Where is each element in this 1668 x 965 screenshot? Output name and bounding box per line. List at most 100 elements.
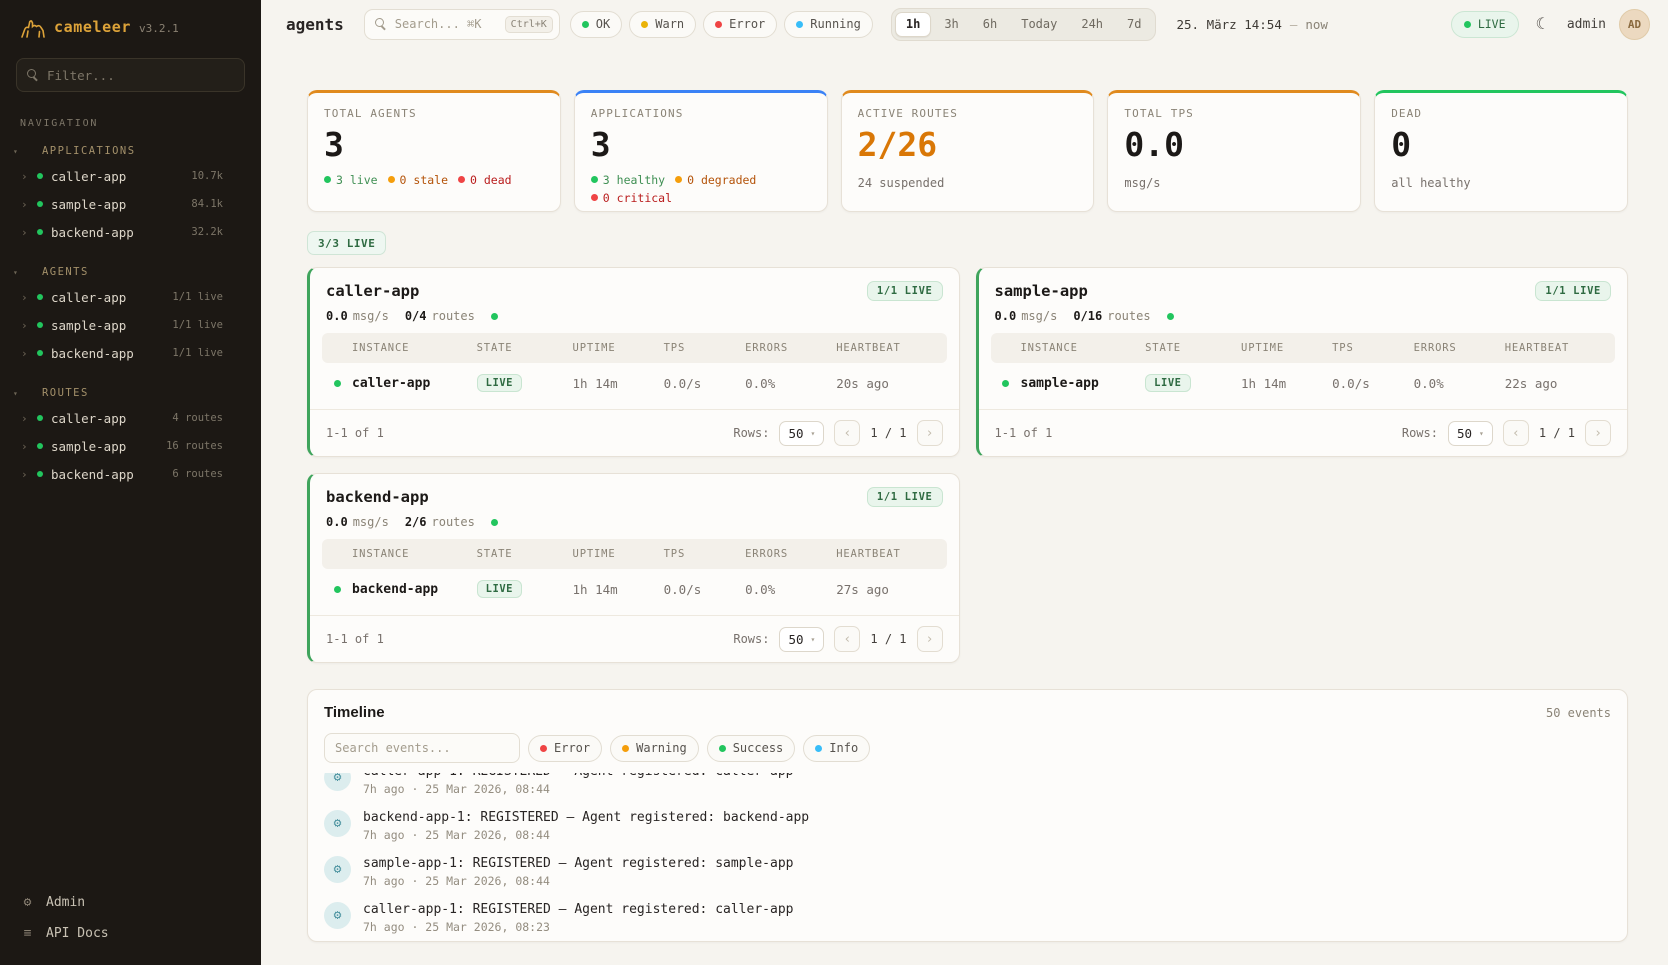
sidebar-item-routes-sample[interactable]: › sample-app 16 routes (0, 432, 261, 460)
event-filter-warning[interactable]: Warning (610, 735, 699, 762)
item-badge: 84.1k (191, 198, 223, 210)
range-7d[interactable]: 7d (1116, 12, 1152, 37)
prev-page-button[interactable]: ‹ (1503, 420, 1529, 446)
range-6h[interactable]: 6h (972, 12, 1008, 37)
live-badge: 1/1 LIVE (1535, 281, 1611, 301)
table-footer: 1-1 of 1 Rows: 50 ▾ ‹ 1 / 1 › (310, 409, 959, 456)
health-dot (491, 519, 498, 526)
next-icon: › (1594, 426, 1602, 441)
window-end: now (1305, 17, 1328, 32)
table-header: INSTANCE STATE UPTIME TPS ERRORS HEARTBE… (322, 333, 947, 363)
warn-dot (641, 21, 648, 28)
table-row[interactable]: caller-app LIVE 1h 14m 0.0/s 0.0% 20s ag… (322, 363, 947, 403)
app-version: v3.2.1 (139, 22, 179, 35)
sidebar-item-app-backend[interactable]: › backend-app 32.2k (0, 218, 261, 246)
app-card-caller: caller-app 1/1 LIVE 0.0msg/s 0/4routes I… (307, 267, 960, 457)
topbar: agents Ctrl+K OK Warn Error Running (261, 0, 1668, 48)
filter-chip-ok[interactable]: OK (570, 11, 622, 38)
rows-per-page-select[interactable]: 50 ▾ (779, 627, 824, 652)
filter-chip-running[interactable]: Running (784, 11, 873, 38)
app-card-stats: 0.0msg/s 2/6routes (310, 515, 959, 539)
live-toggle[interactable]: LIVE (1451, 11, 1519, 38)
range-3h[interactable]: 3h (933, 12, 969, 37)
timeline-events-count: 50 events (1546, 706, 1611, 720)
app-card-stats: 0.0msg/s 0/16routes (979, 309, 1628, 333)
stat-subtext: all healthy (1391, 176, 1611, 190)
row-status-dot (334, 586, 341, 593)
legend-dot (388, 176, 395, 183)
event-filter-success[interactable]: Success (707, 735, 796, 762)
instances-table: INSTANCE STATE UPTIME TPS ERRORS HEARTBE… (991, 333, 1616, 403)
status-dot (37, 471, 43, 477)
event-timestamp: 7h ago · 25 Mar 2026, 08:44 (363, 782, 793, 796)
sidebar-item-agent-sample[interactable]: › sample-app 1/1 live (0, 311, 261, 339)
events-search-input[interactable] (335, 741, 509, 755)
item-badge: 1/1 live (172, 319, 223, 331)
filter-chip-warn[interactable]: Warn (629, 11, 696, 38)
event-title: sample-app-1: REGISTERED — Agent registe… (363, 856, 793, 871)
page-indicator: 1 / 1 (870, 632, 906, 646)
event-item[interactable]: ⚙ sample-app-1: REGISTERED — Agent regis… (324, 849, 1611, 895)
prev-page-button[interactable]: ‹ (834, 420, 860, 446)
status-dot (37, 415, 43, 421)
row-status-dot (1002, 380, 1009, 387)
range-1h[interactable]: 1h (895, 12, 931, 37)
live-badge: 1/1 LIVE (867, 281, 943, 301)
sidebar-admin[interactable]: ⚙ Admin (0, 887, 261, 918)
sidebar-item-routes-caller[interactable]: › caller-app 4 routes (0, 404, 261, 432)
section-label: APPLICATIONS (42, 145, 136, 157)
rows-label: Rows: (733, 632, 769, 646)
dark-mode-toggle[interactable]: ☾ (1532, 12, 1554, 36)
next-page-button[interactable]: › (917, 420, 943, 446)
filter-chip-error[interactable]: Error (703, 11, 777, 38)
section-applications[interactable]: ▾ APPLICATIONS (0, 135, 261, 162)
app-card-title: caller-app (326, 282, 419, 300)
sidebar-api-docs[interactable]: ≡ API Docs (0, 918, 261, 949)
user-avatar[interactable]: AD (1619, 9, 1650, 40)
stat-value: 3 (324, 128, 544, 163)
topbar-right: LIVE ☾ admin AD (1451, 9, 1650, 40)
window-separator: — (1290, 17, 1298, 32)
event-filter-info[interactable]: Info (803, 735, 870, 762)
sidebar-item-agent-backend[interactable]: › backend-app 1/1 live (0, 339, 261, 367)
event-gear-icon: ⚙ (324, 773, 351, 791)
event-filter-error[interactable]: Error (528, 735, 602, 762)
sidebar-item-routes-backend[interactable]: › backend-app 6 routes (0, 460, 261, 488)
sidebar-item-app-sample[interactable]: › sample-app 84.1k (0, 190, 261, 218)
app-card-sample: sample-app 1/1 LIVE 0.0msg/s 0/16routes … (976, 267, 1629, 457)
app-card-title: sample-app (995, 282, 1088, 300)
item-badge: 4 routes (172, 412, 223, 424)
table-row[interactable]: backend-app LIVE 1h 14m 0.0/s 0.0% 27s a… (322, 569, 947, 609)
global-search-input[interactable] (395, 17, 497, 31)
chevron-right-icon: › (21, 468, 29, 481)
table-row[interactable]: sample-app LIVE 1h 14m 0.0/s 0.0% 22s ag… (991, 363, 1616, 403)
event-item[interactable]: ⚙ backend-app-1: REGISTERED — Agent regi… (324, 803, 1611, 849)
item-badge: 32.2k (191, 226, 223, 238)
app-card-stats: 0.0msg/s 0/4routes (310, 309, 959, 333)
sidebar-item-app-caller[interactable]: › caller-app 10.7k (0, 162, 261, 190)
rows-per-page-select[interactable]: 50 ▾ (779, 421, 824, 446)
status-dot (37, 201, 43, 207)
range-24h[interactable]: 24h (1070, 12, 1114, 37)
sidebar-item-agent-caller[interactable]: › caller-app 1/1 live (0, 283, 261, 311)
section-agents[interactable]: ▾ AGENTS (0, 256, 261, 283)
event-item[interactable]: ⚙ caller-app-1: REGISTERED — Agent regis… (324, 895, 1611, 941)
section-routes[interactable]: ▾ ROUTES (0, 377, 261, 404)
next-page-button[interactable]: › (917, 626, 943, 652)
chevron-right-icon: › (21, 291, 29, 304)
status-dot (37, 173, 43, 179)
events-scroll-area[interactable]: ⚙ caller-app-1: REGISTERED — Agent regis… (324, 773, 1611, 941)
live-dot (1464, 21, 1471, 28)
prev-page-button[interactable]: ‹ (834, 626, 860, 652)
sidebar-filter-input[interactable] (47, 68, 234, 83)
rows-per-page-select[interactable]: 50 ▾ (1448, 421, 1493, 446)
event-item[interactable]: ⚙ caller-app-1: REGISTERED — Agent regis… (324, 773, 1611, 803)
status-dot (37, 322, 43, 328)
admin-gear-icon: ⚙ (20, 895, 35, 910)
state-badge: LIVE (477, 580, 522, 598)
legend-dot (591, 194, 598, 201)
next-page-button[interactable]: › (1585, 420, 1611, 446)
section-label: ROUTES (42, 387, 89, 399)
event-gear-icon: ⚙ (324, 810, 351, 837)
range-today[interactable]: Today (1010, 12, 1068, 37)
